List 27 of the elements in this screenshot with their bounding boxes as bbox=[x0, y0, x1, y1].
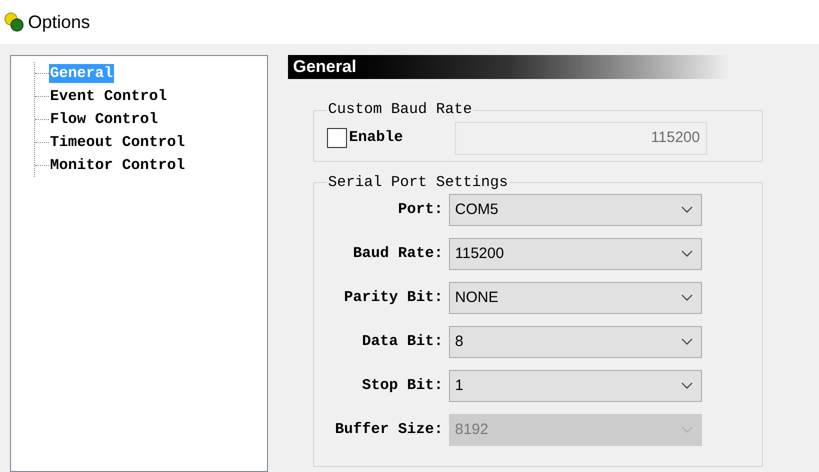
dropdown[interactable]: 115200 bbox=[449, 238, 702, 270]
group-title: Serial Port Settings bbox=[327, 172, 510, 192]
field-label: Stop Bit: bbox=[360, 376, 444, 396]
field-label: Baud Rate: bbox=[352, 244, 444, 264]
tree-item[interactable]: Event Control bbox=[49, 87, 168, 106]
chevron-down-icon bbox=[681, 206, 693, 214]
field-label: Port: bbox=[396, 200, 444, 220]
tree-item[interactable]: Flow Control bbox=[49, 110, 160, 129]
dropdown[interactable]: 1 bbox=[449, 370, 702, 402]
field-label: Data Bit: bbox=[360, 332, 444, 352]
group-title: Custom Baud Rate bbox=[327, 100, 474, 120]
dropdown[interactable]: COM5 bbox=[449, 194, 702, 226]
chevron-down-icon bbox=[681, 338, 693, 346]
enable-checkbox[interactable]: Enable bbox=[327, 126, 455, 150]
chevron-down-icon bbox=[681, 294, 693, 302]
tree-item[interactable]: Timeout Control bbox=[49, 133, 186, 152]
tree-item[interactable]: Monitor Control bbox=[49, 156, 186, 175]
window-title: Options bbox=[28, 10, 90, 34]
app-icon bbox=[4, 12, 24, 32]
chevron-down-icon bbox=[681, 382, 693, 390]
chevron-down-icon bbox=[681, 426, 693, 434]
field-label: Parity Bit: bbox=[342, 288, 444, 308]
chevron-down-icon bbox=[681, 250, 693, 258]
checkbox[interactable] bbox=[327, 128, 347, 148]
field-label: Buffer Size: bbox=[334, 420, 444, 440]
dropdown[interactable]: NONE bbox=[449, 282, 702, 314]
dropdown[interactable]: 8 bbox=[449, 326, 702, 358]
